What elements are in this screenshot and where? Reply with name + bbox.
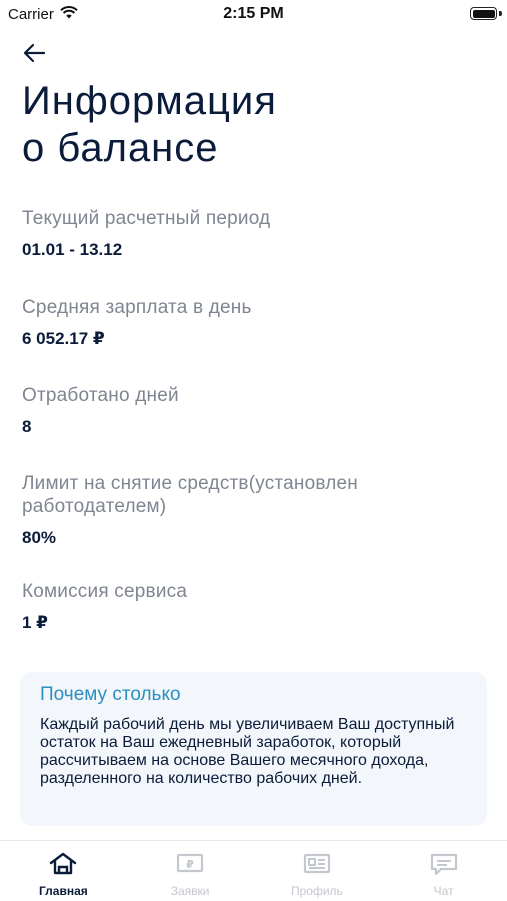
info-avg-salary: Средняя зарплата в день 6 052.17 ₽ xyxy=(22,296,487,349)
info-value: 01.01 - 13.12 xyxy=(22,240,123,259)
info-withdrawal-limit: Лимит на снятие средств(установлен работ… xyxy=(22,472,487,548)
page-title-line1: Информация xyxy=(22,79,277,123)
home-icon xyxy=(48,852,78,878)
status-bar: Carrier 2:15 PM xyxy=(0,0,507,30)
info-value: 8 xyxy=(22,417,32,436)
info-label: Комиссия сервиса xyxy=(22,581,188,602)
info-current-period: Текущий расчетный период 01.01 - 13.12 xyxy=(22,207,487,260)
battery-tip xyxy=(499,11,502,16)
back-button[interactable] xyxy=(18,38,50,68)
chat-icon xyxy=(429,852,459,878)
requests-icon: ₽ xyxy=(175,852,205,878)
profile-icon xyxy=(302,852,332,878)
tab-requests[interactable]: ₽ Заявки xyxy=(127,841,254,901)
info-value: 80% xyxy=(22,528,57,547)
info-label: Средняя зарплата в день xyxy=(22,297,252,318)
tab-bar: Главная ₽ Заявки Профиль Чат xyxy=(0,840,507,901)
why-card-text: Каждый рабочий день мы увеличиваем Ваш д… xyxy=(40,716,455,787)
info-value: 6 052.17 ₽ xyxy=(22,329,105,348)
svg-text:₽: ₽ xyxy=(186,858,194,871)
tab-label: Заявки xyxy=(170,884,210,898)
page-title-line2: о балансе xyxy=(22,126,219,170)
tab-profile[interactable]: Профиль xyxy=(254,841,381,901)
tab-chat[interactable]: Чат xyxy=(380,841,507,901)
why-card: Почему столько Каждый рабочий день мы ув… xyxy=(20,672,487,826)
page-title: Информация о балансе xyxy=(22,78,482,172)
battery-icon xyxy=(470,7,497,20)
info-days-worked: Отработано дней 8 xyxy=(22,384,487,437)
info-label: Лимит на снятие средств(установлен работ… xyxy=(22,473,358,517)
why-card-title: Почему столько xyxy=(40,684,181,705)
tab-label: Главная xyxy=(38,884,88,898)
arrow-left-icon xyxy=(23,43,46,63)
info-value: 1 ₽ xyxy=(22,613,49,632)
info-service-fee: Комиссия сервиса 1 ₽ xyxy=(22,580,487,633)
info-label: Отработано дней xyxy=(22,385,179,406)
tab-home[interactable]: Главная xyxy=(0,841,127,901)
info-label: Текущий расчетный период xyxy=(22,208,271,229)
status-time: 2:15 PM xyxy=(223,5,284,22)
tab-label: Чат xyxy=(433,884,454,898)
tab-label: Профиль xyxy=(290,884,343,898)
